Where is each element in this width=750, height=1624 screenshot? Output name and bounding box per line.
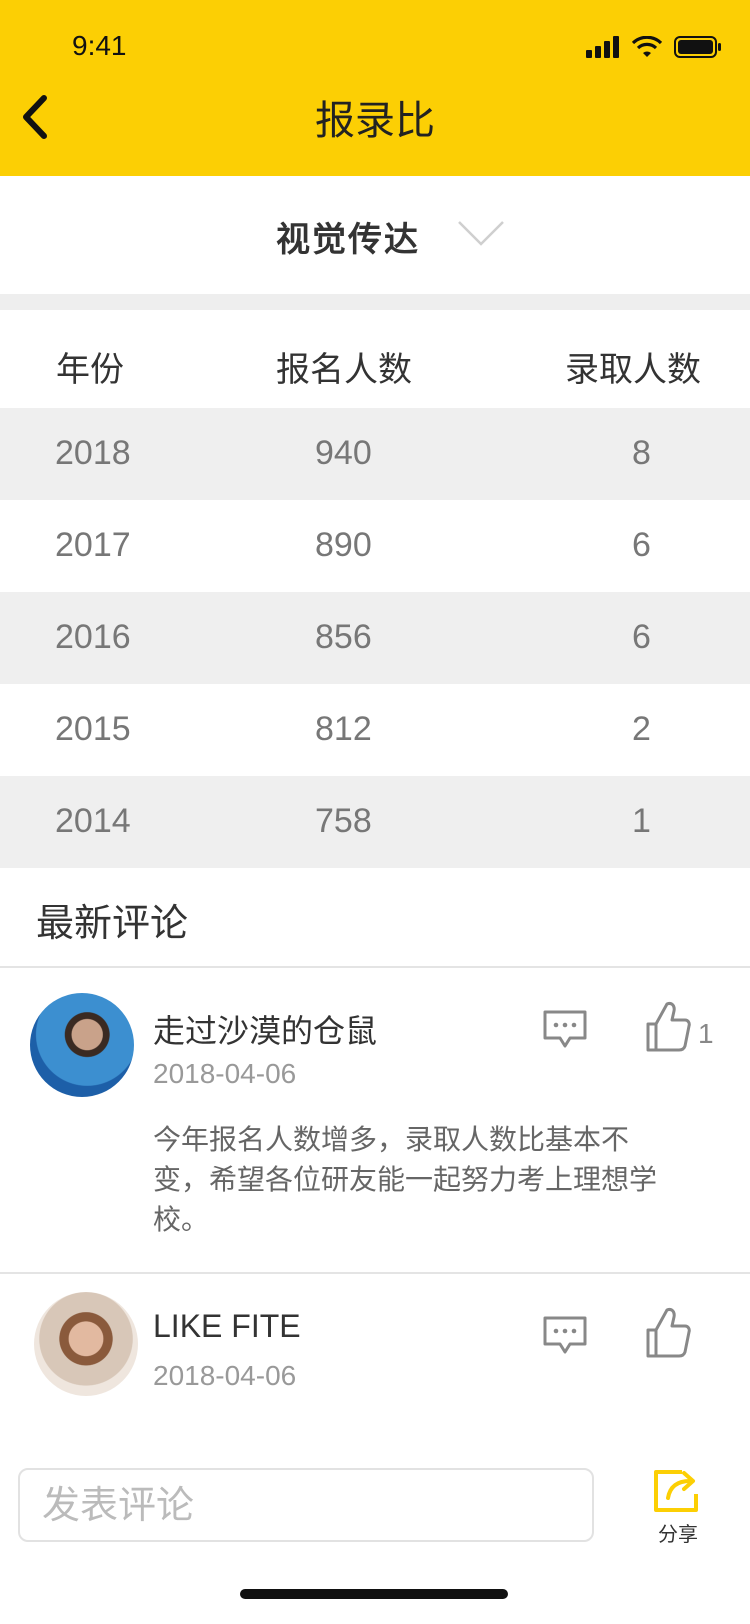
divider <box>0 966 750 968</box>
avatar[interactable] <box>34 1292 138 1396</box>
table-row: 2014 758 1 <box>0 776 750 868</box>
like-icon[interactable] <box>645 1306 691 1358</box>
status-icons <box>586 34 722 60</box>
comment-author[interactable]: 走过沙漠的仓鼠 <box>153 1006 377 1052</box>
reply-icon[interactable] <box>542 1008 588 1052</box>
status-time: 9:41 <box>72 30 127 61</box>
signal-icon <box>586 36 619 58</box>
comment-date: 2018-04-06 <box>153 1058 297 1089</box>
table-row: 2018 940 8 <box>0 408 750 500</box>
table-row: 2017 890 6 <box>0 500 750 592</box>
cell-admitted: 6 <box>632 526 651 564</box>
comments-section-title: 最新评论 <box>36 901 189 945</box>
avatar[interactable] <box>30 993 134 1097</box>
comment-date: 2018-04-06 <box>153 1360 297 1391</box>
page-title: 报录比 <box>315 98 435 144</box>
comment-input-box[interactable] <box>18 1468 594 1542</box>
cell-registered: 856 <box>315 618 372 656</box>
column-header-year: 年份 <box>56 350 124 390</box>
cell-year: 2015 <box>55 710 131 748</box>
share-button[interactable]: 分享 <box>646 1468 710 1547</box>
comment-text: 今年报名人数增多，录取人数比基本不变，希望各位研友能一起努力考上理想学校。 <box>153 1123 658 1236</box>
cell-year: 2018 <box>55 434 131 472</box>
cell-admitted: 8 <box>632 434 651 472</box>
like-count: 1 <box>698 1018 714 1049</box>
divider <box>0 1272 750 1274</box>
section-divider <box>0 294 750 310</box>
table-row: 2015 812 2 <box>0 684 750 776</box>
cell-registered: 812 <box>315 710 372 748</box>
cell-year: 2017 <box>55 526 131 564</box>
cell-admitted: 1 <box>632 802 651 840</box>
reply-icon[interactable] <box>542 1314 588 1358</box>
selected-major: 视觉传达 <box>276 220 420 260</box>
wifi-icon <box>632 36 662 57</box>
column-header-admitted: 录取人数 <box>565 350 701 390</box>
home-indicator <box>240 1589 508 1599</box>
cell-registered: 758 <box>315 802 372 840</box>
cell-admitted: 6 <box>632 618 651 656</box>
cell-year: 2014 <box>55 802 131 840</box>
nav-bar: 9:41 报录比 <box>0 0 750 176</box>
table-body: 2018 940 8 2017 890 6 2016 856 6 2015 81… <box>0 408 750 868</box>
chevron-down-icon <box>458 221 504 246</box>
column-header-registered: 报名人数 <box>276 350 412 390</box>
like-icon[interactable] <box>645 1000 691 1052</box>
table-header: 年份 报名人数 录取人数 <box>0 310 750 410</box>
cell-year: 2016 <box>55 618 131 656</box>
comment-input[interactable] <box>20 1470 592 1540</box>
share-label: 分享 <box>658 1522 698 1546</box>
comment-author[interactable]: LIKE FITE <box>153 1308 301 1345</box>
table-row: 2016 856 6 <box>0 592 750 684</box>
cell-registered: 890 <box>315 526 372 564</box>
share-icon <box>654 1470 698 1512</box>
cell-registered: 940 <box>315 434 372 472</box>
battery-icon <box>674 36 721 58</box>
cell-admitted: 2 <box>632 710 651 748</box>
major-selector[interactable]: 视觉传达 <box>0 176 750 294</box>
